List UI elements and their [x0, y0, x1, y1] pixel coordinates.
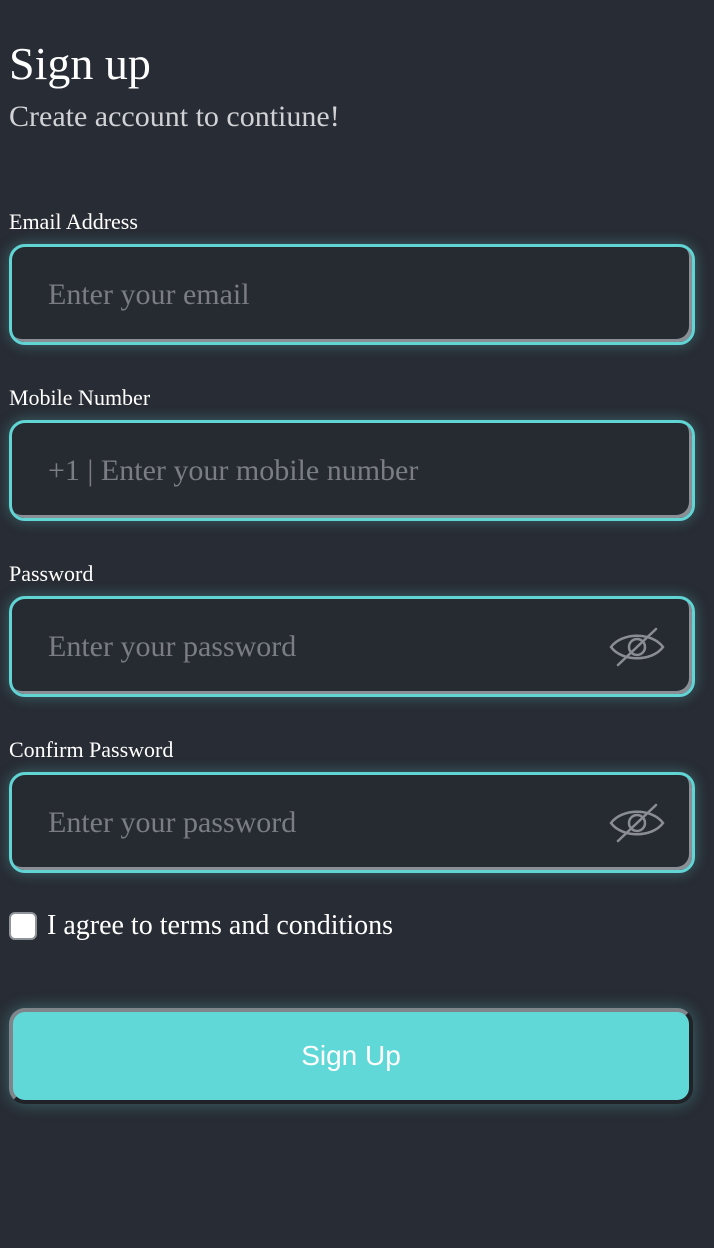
confirm-password-input[interactable]: [48, 775, 588, 870]
terms-row: I agree to terms and conditions: [9, 909, 393, 943]
mobile-field-container: [9, 420, 695, 521]
email-field-container: [9, 244, 695, 345]
page-title: Sign up: [9, 38, 151, 89]
password-label: Password: [9, 561, 94, 586]
password-input[interactable]: [48, 599, 588, 694]
terms-checkbox[interactable]: [9, 912, 37, 940]
email-label: Email Address: [9, 209, 138, 234]
email-input[interactable]: [48, 247, 588, 342]
signup-page: Sign up Create account to contiune! Emai…: [0, 0, 714, 1248]
eye-off-icon[interactable]: [608, 627, 666, 667]
eye-off-icon[interactable]: [608, 803, 666, 843]
sign-up-button[interactable]: Sign Up: [9, 1008, 693, 1104]
confirm-password-label: Confirm Password: [9, 737, 174, 762]
page-subtitle: Create account to contiune!: [9, 100, 340, 133]
password-field-container: [9, 596, 695, 697]
terms-label[interactable]: I agree to terms and conditions: [47, 909, 393, 943]
confirm-password-field-container: [9, 772, 695, 873]
mobile-input[interactable]: [48, 423, 588, 518]
mobile-label: Mobile Number: [9, 385, 151, 410]
